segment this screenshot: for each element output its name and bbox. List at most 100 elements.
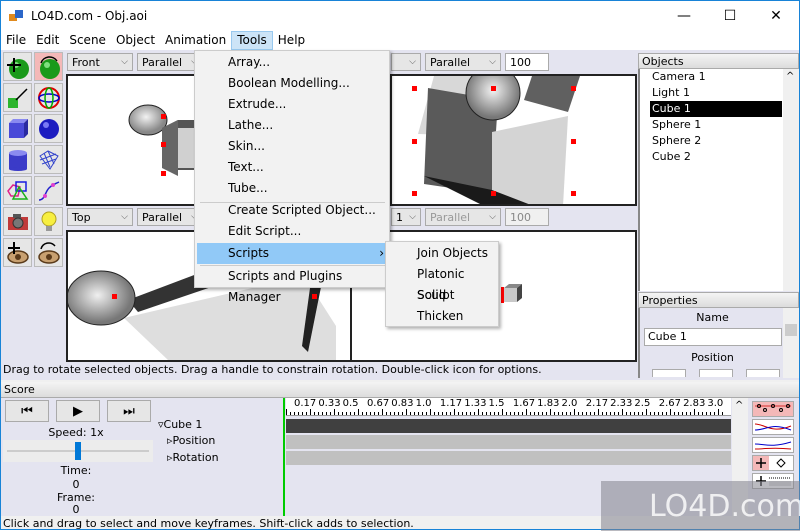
menu-animation[interactable]: Animation [160,31,231,50]
menu-item-scripts[interactable]: Scripts › [197,243,388,264]
handle-point[interactable] [412,191,417,196]
menu-item-skin[interactable]: Skin... [197,136,388,157]
menu-tools[interactable]: Tools [231,30,273,50]
rotate-tool-button[interactable] [34,52,63,81]
menu-help[interactable]: Help [273,31,310,50]
ruler-tick [426,412,427,415]
handle-point[interactable] [571,191,576,196]
time-ruler[interactable]: 0.17 0.33 0.5 0.67 0.83 1.0 1.17 1.33 1.5 1.67 1.8… [286,398,731,416]
position-x-input[interactable] [652,369,686,377]
menu-item-edit-script[interactable]: Edit Script... [197,221,388,242]
cube-tool-button[interactable] [3,114,32,143]
submenu-item-platonic-solid[interactable]: Platonic Solid [388,264,496,302]
curve-tool-button[interactable] [34,176,63,205]
track-cube-1[interactable]: ▿Cube 1 [158,418,202,431]
ruler-tick [598,409,599,415]
menu-item-text[interactable]: Text... [197,157,388,178]
handle-point[interactable] [161,142,166,147]
objects-list[interactable]: Camera 1 Light 1 Cube 1 Sphere 1 Sphere … [638,69,799,291]
close-button[interactable]: ✕ [753,1,799,30]
scale-tool-button[interactable] [3,83,32,112]
ruler-tick [402,412,403,415]
light-tool-button[interactable] [34,207,63,236]
skip-forward-button[interactable]: ⏭ [107,400,151,422]
view-select[interactable]: Top ⌵ [67,208,133,226]
handle-point[interactable] [491,191,496,196]
move-tool-button[interactable] [3,52,32,81]
submenu-item-sculpt[interactable]: Sculpt [388,285,496,306]
scroll-thumb[interactable] [785,324,797,336]
handle-point[interactable] [112,294,117,299]
object-item[interactable]: Camera 1 [640,69,782,85]
sphere-tool-button[interactable] [34,114,63,143]
view-select[interactable]: 1 ⌵ [391,208,421,226]
skip-back-button[interactable]: ⏮ [5,400,49,422]
time-marker[interactable] [283,398,285,516]
cylinder-tool-button[interactable] [3,145,32,174]
object-item-selected[interactable]: Cube 1 [650,101,782,117]
move-viewpoint-button[interactable] [3,238,32,267]
object-item[interactable]: Cube 2 [640,149,782,165]
position-y-input[interactable] [699,369,733,377]
menu-file[interactable]: File [1,31,31,50]
menu-item-extrude[interactable]: Extrude... [197,94,388,115]
handle-point[interactable] [571,139,576,144]
menu-item-array[interactable]: Array... [197,52,388,73]
scale-input[interactable]: 100 [505,53,549,71]
minimize-button[interactable]: — [661,1,707,30]
track-rotation[interactable]: ▹Rotation [167,451,219,464]
polygon-tool-button[interactable] [3,176,32,205]
skew-tool-button[interactable] [34,83,63,112]
curve-mode-single-button[interactable] [752,419,794,435]
maximize-button[interactable]: ☐ [707,1,753,30]
view-select[interactable]: ⌵ [391,53,421,71]
scroll-up-icon[interactable]: ^ [735,400,743,411]
submenu-item-thicken[interactable]: Thicken [388,306,496,327]
mesh-tool-button[interactable] [34,145,63,174]
track-position[interactable]: ▹Position [167,434,215,447]
handle-point[interactable] [412,139,417,144]
menu-scene[interactable]: Scene [64,31,111,50]
handle-point[interactable] [161,171,166,176]
handle-point[interactable] [501,287,504,303]
track-bar-rotation[interactable] [286,451,731,465]
handle-point[interactable] [571,86,576,91]
menu-edit[interactable]: Edit [31,31,64,50]
ruler-tick [590,412,591,415]
viewport-camera[interactable] [390,74,637,206]
handle-point[interactable] [161,114,166,119]
menu-item-tube[interactable]: Tube... [197,178,388,199]
handle-point[interactable] [312,294,317,299]
name-input[interactable]: Cube 1 [644,328,782,346]
menu-item-boolean[interactable]: Boolean Modelling... [197,73,388,94]
rotate-viewpoint-button[interactable] [34,238,63,267]
object-item[interactable]: Sphere 2 [640,133,782,149]
ruler-tick [502,409,503,415]
menu-item-create-scripted[interactable]: Create Scripted Object... [197,200,388,221]
submenu-item-join-objects[interactable]: Join Objects [388,243,496,264]
speed-slider[interactable] [3,440,153,462]
menu-item-lathe[interactable]: Lathe... [197,115,388,136]
curve-mode-multi-button[interactable] [752,437,794,453]
slider-thumb[interactable] [75,442,81,460]
handle-point[interactable] [412,86,417,91]
scroll-up-icon[interactable]: ^ [786,71,794,82]
ruler-tick [482,412,483,415]
keyframe-mode-button[interactable] [752,401,794,417]
track-bar-position[interactable] [286,435,731,449]
menu-item-plugins-manager[interactable]: Scripts and Plugins Manager [197,266,388,304]
projection-select[interactable]: Parallel ⌵ [425,53,501,71]
ruler-tick [526,409,527,415]
handle-point[interactable] [491,86,496,91]
play-button[interactable]: ▶ [56,400,100,422]
position-z-input[interactable] [746,369,780,377]
properties-scrollbar[interactable] [783,308,799,378]
track-bar-cube[interactable] [286,419,731,433]
menu-object[interactable]: Object [111,31,160,50]
view-select[interactable]: Front ⌵ [67,53,133,71]
objects-scrollbar[interactable]: ^ [783,69,799,291]
object-item[interactable]: Light 1 [640,85,782,101]
move-keyframe-button[interactable] [752,455,794,471]
camera-tool-button[interactable] [3,207,32,236]
object-item[interactable]: Sphere 1 [640,117,782,133]
